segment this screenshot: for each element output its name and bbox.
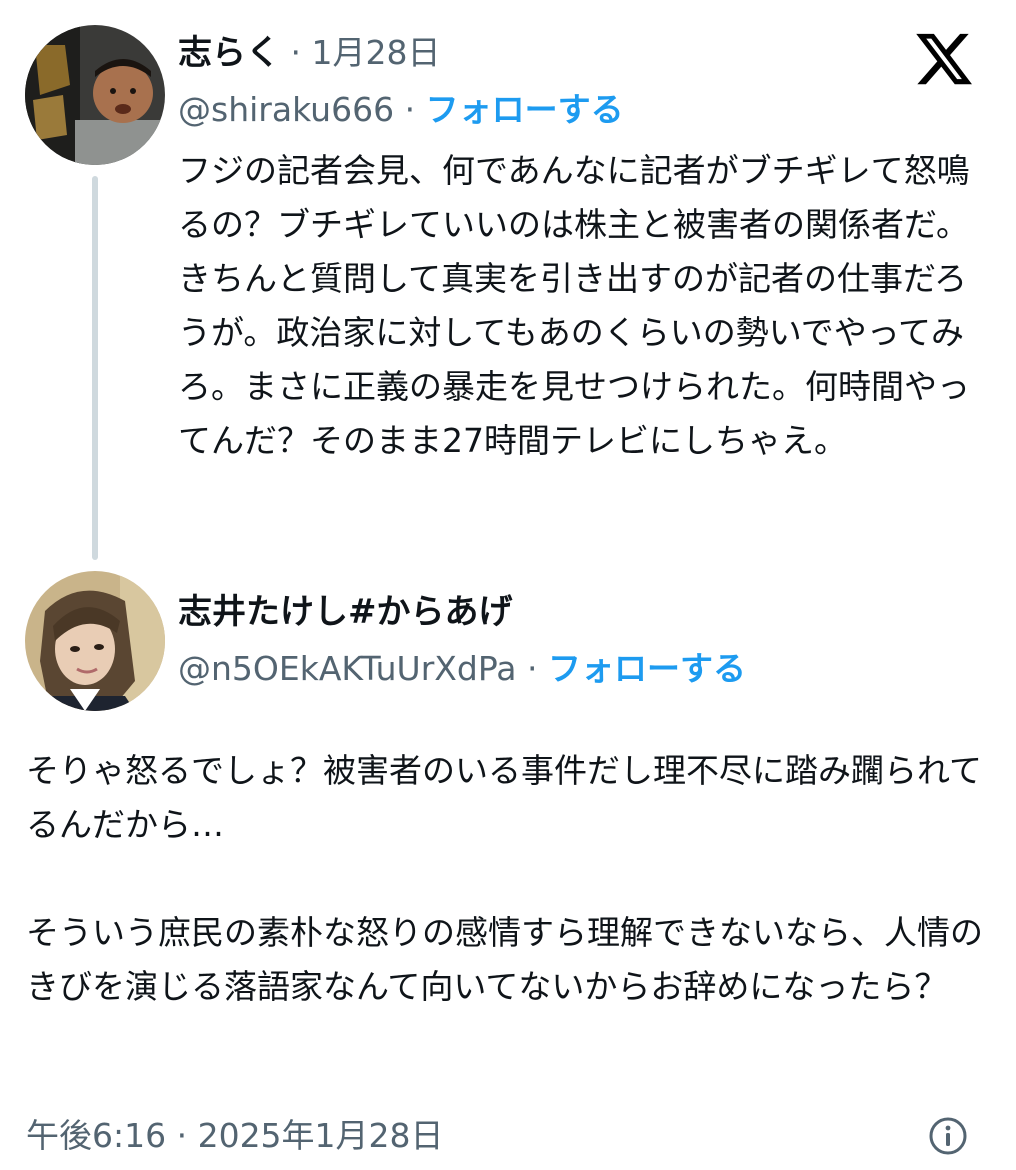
reply-author-avatar-image (25, 571, 165, 711)
reply-follow-button[interactable]: フォローする (548, 649, 746, 688)
reply-author-avatar[interactable] (25, 571, 165, 711)
quoted-handle-row: @shiraku666 · フォローする (178, 86, 624, 134)
quoted-author-avatar[interactable] (25, 25, 165, 165)
quoted-follow-button[interactable]: フォローする (426, 90, 624, 129)
reply-text-paragraph-1: そりゃ怒るでしょ？被害者のいる事件だし理不尽に踏み躙られてるんだから… (26, 751, 983, 844)
x-logo-icon[interactable] (912, 28, 976, 90)
quoted-author-handle[interactable]: @shiraku666 (178, 90, 394, 129)
quoted-handle-separator: · (404, 90, 416, 129)
reply-author-handle[interactable]: @n5OEkAKTuUrXdPa (178, 649, 516, 688)
quoted-author-row: 志らく · 1月28日 (178, 29, 441, 77)
thread-connector-line (92, 176, 98, 560)
reply-tweet-text: そりゃ怒るでしょ？被害者のいる事件だし理不尽に踏み躙られてるんだから… そういう… (26, 744, 996, 1014)
reply-handle-row: @n5OEkAKTuUrXdPa · フォローする (178, 645, 746, 693)
reply-author-name[interactable]: 志井たけし#からあげ (178, 588, 513, 636)
quoted-tweet-text: フジの記者会見、何であんなに記者がブチギレて怒鳴るの？ブチギレていいのは株主と被… (178, 151, 970, 460)
quoted-tweet-date[interactable]: 1月28日 (312, 33, 441, 72)
reply-timestamp[interactable]: 午後6:16 · 2025年1月28日 (26, 1112, 444, 1160)
quoted-meta-separator: · (290, 33, 302, 72)
reply-handle-separator: · (526, 649, 538, 688)
reply-text-paragraph-2: そういう庶民の素朴な怒りの感情すら理解できないなら、人情のきびを演じる落語家なん… (26, 913, 983, 1006)
info-icon[interactable] (928, 1116, 968, 1156)
quoted-author-name[interactable]: 志らく (178, 33, 280, 73)
quoted-author-avatar-image (25, 25, 165, 165)
